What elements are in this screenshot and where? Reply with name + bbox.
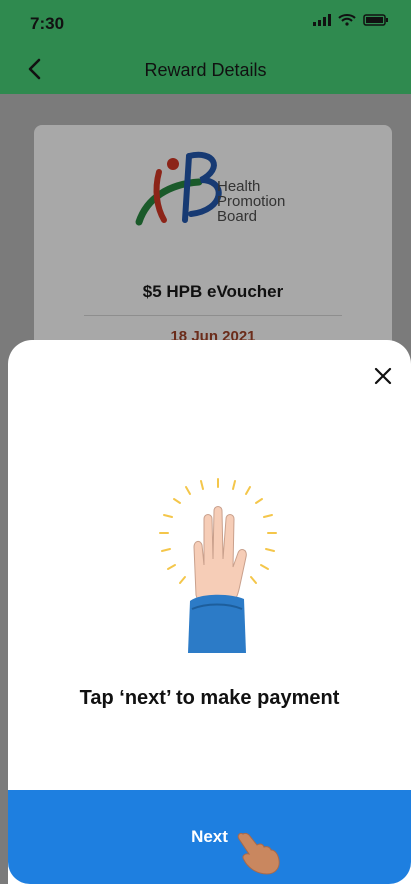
page-title: Reward Details bbox=[144, 60, 267, 80]
status-icons bbox=[313, 14, 389, 26]
instruction-text: Tap ‘next’ to make payment bbox=[79, 687, 340, 709]
hand-illustration bbox=[159, 478, 277, 653]
hpb-logo: Health Promotion Board bbox=[129, 150, 304, 234]
signal-icon bbox=[313, 14, 331, 26]
screen: 7:30 Reward Details Health Promotion Boa… bbox=[0, 0, 411, 884]
battery-icon bbox=[363, 14, 388, 26]
app-header: Reward Details bbox=[0, 46, 411, 94]
hpb-logo-mark: Health Promotion Board bbox=[135, 151, 285, 226]
logo-text-3: Board bbox=[217, 208, 257, 225]
next-button[interactable]: Next bbox=[8, 790, 411, 884]
next-button-label: Next bbox=[191, 827, 228, 846]
status-bar: 7:30 bbox=[0, 0, 411, 46]
pointing-hand-icon bbox=[237, 832, 280, 875]
wifi-icon bbox=[338, 14, 356, 26]
status-time: 7:30 bbox=[30, 14, 65, 33]
card-divider bbox=[84, 315, 342, 316]
close-icon[interactable] bbox=[371, 364, 395, 388]
reward-name: $5 HPB eVoucher bbox=[142, 282, 284, 301]
